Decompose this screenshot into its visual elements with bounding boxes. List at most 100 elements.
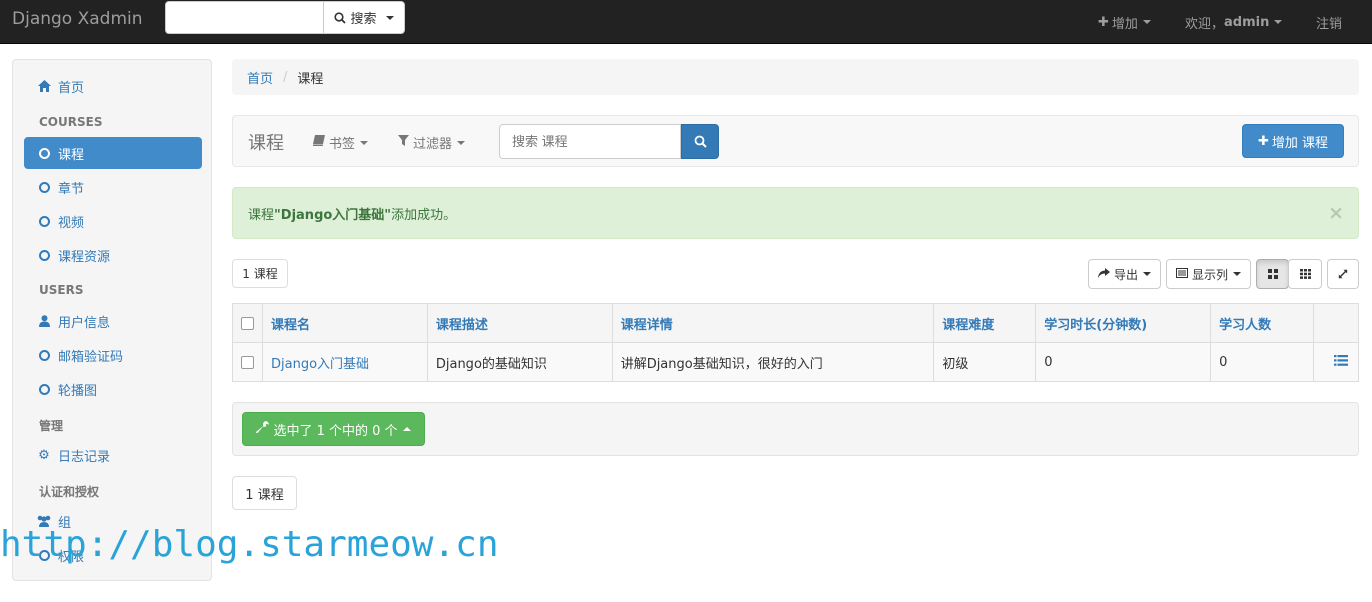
columns-label: 显示列 [1191, 267, 1228, 282]
chevron-down-icon [1142, 20, 1151, 24]
export-label: 导出 [1113, 267, 1138, 282]
alert-suffix: 添加成功。 [391, 207, 457, 223]
nav-search: 搜索 [165, 1, 405, 34]
book-icon [313, 135, 325, 150]
column-header[interactable]: 课程描述 [426, 303, 613, 343]
grid-large-view-button[interactable] [1256, 259, 1289, 289]
filters-label: 过滤器 [413, 137, 453, 152]
brand[interactable]: Django Xadmin [12, 9, 143, 29]
sidebar-item-video[interactable]: 视频 [24, 205, 202, 237]
success-alert: 课程 "Django入门基础" 添加成功。 × [232, 187, 1359, 239]
home-icon [36, 80, 52, 92]
sidebar-item-log[interactable]: ⚙ 日志记录 [24, 439, 202, 471]
actions-bar: 选中了 1 个中的 0 个 [232, 402, 1359, 456]
share-icon [1097, 267, 1110, 281]
watermark: http://blog.starmeow.cn [0, 524, 499, 565]
sidebar-item-chapter[interactable]: 章节 [24, 171, 202, 203]
user-menu[interactable]: 欢迎， admin [1185, 0, 1283, 44]
page-title: 课程 [248, 133, 284, 154]
columns-button[interactable]: 显示列 [1166, 259, 1251, 289]
chevron-down-icon [1143, 272, 1151, 276]
column-header[interactable]: 课程名 [262, 303, 428, 343]
actions-dropdown-button[interactable]: 选中了 1 个中的 0 个 [242, 412, 425, 446]
list-toolbar: 课程 书签 过滤器 ✚ 增加 课程 [232, 115, 1359, 167]
bookmarks-label: 书签 [329, 137, 356, 152]
list-search-button[interactable] [681, 124, 719, 159]
fullscreen-button[interactable] [1327, 259, 1359, 289]
wrench-icon [256, 420, 270, 438]
chevron-down-icon [457, 140, 466, 145]
breadcrumb: 首页 / 课程 [232, 59, 1359, 95]
sidebar-item-user-profile[interactable]: 用户信息 [24, 305, 202, 337]
sidebar-item-label: 课程 [58, 147, 85, 163]
chevron-up-icon [402, 427, 411, 431]
add-course-label: 增加 课程 [1271, 135, 1329, 151]
top-navbar: Django Xadmin 搜索 ✚ 增加 欢迎， admin 注销 [0, 0, 1372, 44]
result-count-top: 1 课程 [232, 259, 288, 288]
select-all-checkbox[interactable] [241, 316, 254, 330]
table-cell: 讲解Django基础知识，很好的入门 [611, 342, 935, 382]
logout-link[interactable]: 注销 [1316, 0, 1342, 44]
breadcrumb-home[interactable]: 首页 [247, 68, 273, 87]
column-header[interactable]: 学习人数 [1210, 303, 1314, 343]
sidebar-item-label: 轮播图 [58, 383, 98, 399]
sidebar-header-admin: 管理 [39, 419, 64, 433]
bookmarks-menu[interactable]: 书签 [313, 133, 369, 152]
sidebar-item-label: 用户信息 [58, 315, 111, 331]
add-menu-label: 增加 [1111, 16, 1138, 32]
list-search-input[interactable] [499, 124, 681, 159]
chevron-down-icon [1233, 272, 1241, 276]
course-name-link[interactable]: Django入门基础 [262, 342, 428, 382]
breadcrumb-separator: / [283, 69, 288, 85]
column-header[interactable]: 课程详情 [611, 303, 935, 343]
circle-icon [38, 349, 50, 361]
sidebar-item-banner[interactable]: 轮播图 [24, 373, 202, 405]
row-detail-cell [1312, 342, 1360, 382]
sidebar-header-users: USERS [39, 283, 84, 297]
nav-search-input[interactable] [165, 1, 323, 34]
plus-icon: ✚ [1257, 133, 1269, 149]
chevron-down-icon [1274, 20, 1283, 24]
sidebar-header-courses: COURSES [39, 115, 103, 129]
circle-icon [38, 215, 50, 227]
table-row: Django入门基础 Django的基础知识 讲解Django基础知识，很好的入… [232, 342, 1360, 382]
nav-search-button[interactable]: 搜索 [323, 1, 405, 34]
export-button[interactable]: 导出 [1088, 259, 1161, 289]
circle-icon [38, 249, 50, 261]
sidebar-item-course[interactable]: 课程 [24, 137, 202, 169]
close-icon[interactable]: × [1328, 202, 1344, 224]
th-large-icon [1267, 269, 1278, 279]
search-icon [694, 135, 707, 148]
sidebar-item-course-resource[interactable]: 课程资源 [24, 239, 202, 271]
table-cell: Django的基础知识 [426, 342, 613, 382]
circle-icon [38, 147, 50, 159]
column-header[interactable]: 课程难度 [933, 303, 1037, 343]
alert-prefix: 课程 [248, 207, 275, 223]
add-course-button[interactable]: ✚ 增加 课程 [1242, 124, 1344, 158]
alert-object: "Django入门基础" [274, 207, 392, 223]
sidebar: 首页 COURSES 课程 章节 视频 课程资源 USERS 用户信息 邮箱验证… [12, 59, 212, 581]
sidebar-header-auth: 认证和授权 [39, 485, 100, 499]
plus-icon: ✚ [1098, 14, 1109, 30]
circle-icon [38, 181, 50, 193]
sidebar-item-email-verify[interactable]: 邮箱验证码 [24, 339, 202, 371]
chevron-down-icon [360, 140, 369, 145]
table-cell: 0 [1210, 342, 1314, 382]
list-icon[interactable] [1334, 354, 1348, 366]
expand-icon [1338, 269, 1348, 279]
row-checkbox[interactable] [241, 355, 254, 369]
list-search [499, 124, 719, 159]
filters-menu[interactable]: 过滤器 [398, 133, 466, 152]
sidebar-item-label: 视频 [58, 215, 85, 231]
sidebar-item-label: 章节 [58, 181, 85, 197]
sidebar-item-label: 课程资源 [58, 249, 111, 265]
table-header-row: 课程名 课程描述 课程详情 课程难度 学习时长(分钟数) 学习人数 [232, 303, 1360, 343]
breadcrumb-current: 课程 [297, 71, 324, 87]
circle-icon [38, 383, 50, 395]
welcome-text: 欢迎， [1185, 16, 1225, 32]
column-header[interactable]: 学习时长(分钟数) [1035, 303, 1212, 343]
search-icon [334, 11, 347, 24]
sidebar-item-home[interactable]: 首页 [24, 70, 202, 102]
add-menu[interactable]: ✚ 增加 [1098, 0, 1151, 44]
grid-small-view-button[interactable] [1288, 259, 1322, 289]
